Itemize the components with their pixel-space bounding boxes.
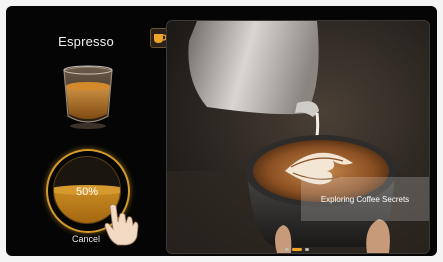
machine-screen: Espresso 50% Cancel Exploring Coffee Sec…: [6, 6, 437, 256]
carousel-dot[interactable]: [285, 248, 289, 251]
carousel-dot[interactable]: [292, 248, 302, 251]
brew-progress-label: 50%: [75, 186, 99, 198]
media-caption: Exploring Coffee Secrets: [320, 194, 410, 204]
media-caption-bar: Exploring Coffee Secrets: [301, 177, 429, 221]
espresso-glass-icon: [63, 65, 113, 129]
product-title: Espresso: [58, 34, 114, 49]
hand-pointer-icon: [104, 204, 139, 246]
media-carousel[interactable]: Exploring Coffee Secrets: [166, 20, 430, 254]
carousel-pagination[interactable]: [285, 248, 309, 251]
carousel-dot[interactable]: [305, 248, 309, 251]
brew-panel: Espresso 50% Cancel: [6, 6, 166, 256]
